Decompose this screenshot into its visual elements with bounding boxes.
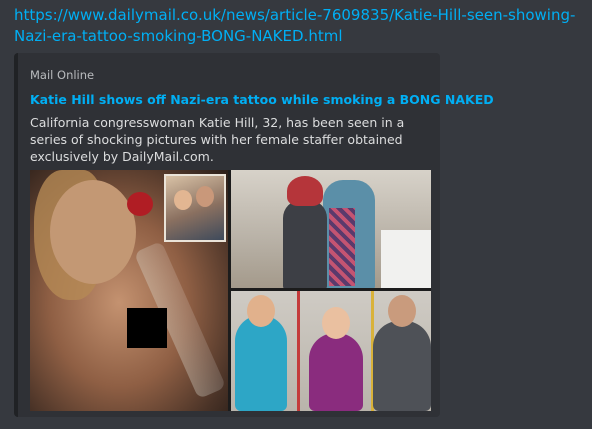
photo-top-right-panel: [231, 170, 431, 288]
embed-title-link[interactable]: Katie Hill shows off Nazi-era tattoo whi…: [30, 92, 494, 107]
censor-block: [127, 308, 167, 348]
photo-bottom-right-panel: [231, 291, 431, 411]
photo-inset: [164, 174, 226, 242]
link-embed: Mail Online Katie Hill shows off Nazi-er…: [14, 53, 494, 417]
embed-provider: Mail Online: [30, 68, 95, 82]
embed-image[interactable]: [30, 170, 431, 411]
message-link[interactable]: https://www.dailymail.co.uk/news/article…: [14, 5, 584, 47]
embed-description: California congresswoman Katie Hill, 32,…: [30, 115, 405, 164]
photo-left-panel: [30, 170, 228, 411]
